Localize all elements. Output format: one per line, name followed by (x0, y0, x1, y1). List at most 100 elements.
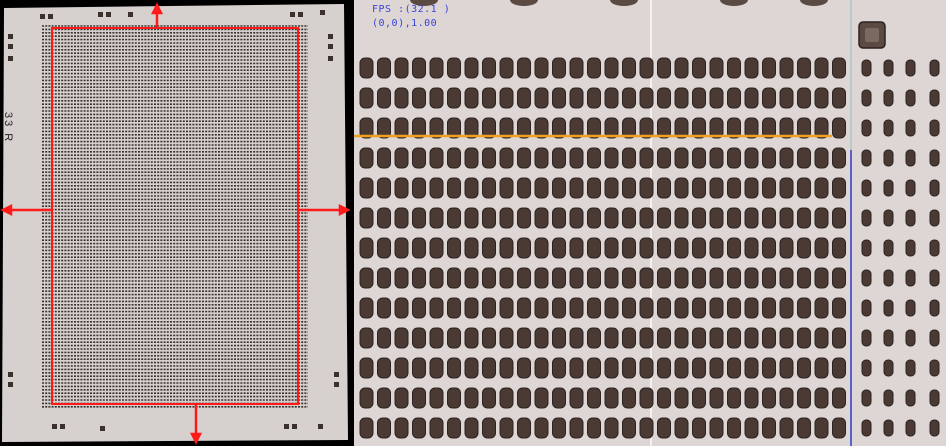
pad (779, 327, 794, 349)
pad (883, 59, 894, 77)
pad (359, 327, 374, 349)
pad (604, 87, 619, 109)
pad (744, 387, 759, 409)
pad (762, 387, 776, 409)
pad (905, 269, 916, 287)
pad (762, 207, 776, 229)
pad (464, 207, 479, 229)
pad (692, 87, 706, 109)
pad (359, 87, 374, 109)
pad (883, 179, 894, 197)
pad (482, 357, 496, 379)
pad (569, 147, 584, 169)
pad (412, 237, 426, 259)
pad (394, 387, 409, 409)
pad (429, 237, 444, 259)
pad (394, 267, 409, 289)
pad (499, 207, 514, 229)
pad (692, 57, 706, 79)
die-overview-panel: 33 R (0, 0, 350, 446)
pad (861, 389, 872, 407)
pad (674, 327, 689, 349)
pad (429, 327, 444, 349)
pad (569, 207, 584, 229)
pad (762, 87, 776, 109)
pad (727, 87, 741, 109)
pad (814, 87, 829, 109)
pad (604, 327, 619, 349)
pad (359, 237, 374, 259)
pad (727, 417, 741, 439)
pad (639, 177, 654, 199)
alignment-mark-inner (865, 28, 879, 42)
pad (377, 417, 391, 439)
pad (832, 267, 846, 289)
pad (674, 387, 689, 409)
pad (377, 87, 391, 109)
pad (604, 207, 619, 229)
pad (861, 149, 872, 167)
pad (905, 179, 916, 197)
edge-pad (8, 382, 13, 387)
pad (905, 419, 916, 437)
pad (482, 57, 496, 79)
pad (657, 177, 671, 199)
pad (797, 297, 811, 319)
pad (604, 417, 619, 439)
pad (394, 327, 409, 349)
pad (883, 239, 894, 257)
pad (657, 327, 671, 349)
pad (587, 237, 601, 259)
pad (412, 297, 426, 319)
pad (727, 177, 741, 199)
pad (797, 327, 811, 349)
pad (517, 57, 531, 79)
pad (832, 207, 846, 229)
pad (464, 237, 479, 259)
edge-pad (298, 12, 303, 17)
edge-pad (290, 12, 295, 17)
pad (587, 207, 601, 229)
pad (604, 357, 619, 379)
pad (692, 237, 706, 259)
pad (779, 147, 794, 169)
pad (814, 387, 829, 409)
pad (499, 87, 514, 109)
pad (905, 59, 916, 77)
pad (929, 59, 940, 77)
pad (744, 267, 759, 289)
pad (657, 267, 671, 289)
pad (762, 267, 776, 289)
pad (447, 177, 461, 199)
edge-pad (320, 10, 325, 15)
pad (447, 87, 461, 109)
pad (377, 267, 391, 289)
pad (622, 327, 636, 349)
pad (394, 417, 409, 439)
pad (861, 419, 872, 437)
pad (587, 387, 601, 409)
pad (905, 149, 916, 167)
pad-grid (359, 57, 940, 439)
pad (429, 147, 444, 169)
pad (762, 327, 776, 349)
pad (883, 209, 894, 227)
pad (929, 359, 940, 377)
pad (534, 147, 549, 169)
pad (779, 297, 794, 319)
pad (744, 357, 759, 379)
pad (377, 327, 391, 349)
pad (883, 329, 894, 347)
pad (587, 177, 601, 199)
pad (929, 179, 940, 197)
pad (905, 389, 916, 407)
pad (674, 207, 689, 229)
pad (464, 417, 479, 439)
top-bump (510, 0, 538, 6)
pad (709, 87, 724, 109)
pad (797, 357, 811, 379)
edge-pad (8, 44, 13, 49)
pad (797, 177, 811, 199)
pad (657, 207, 671, 229)
pad (883, 89, 894, 107)
